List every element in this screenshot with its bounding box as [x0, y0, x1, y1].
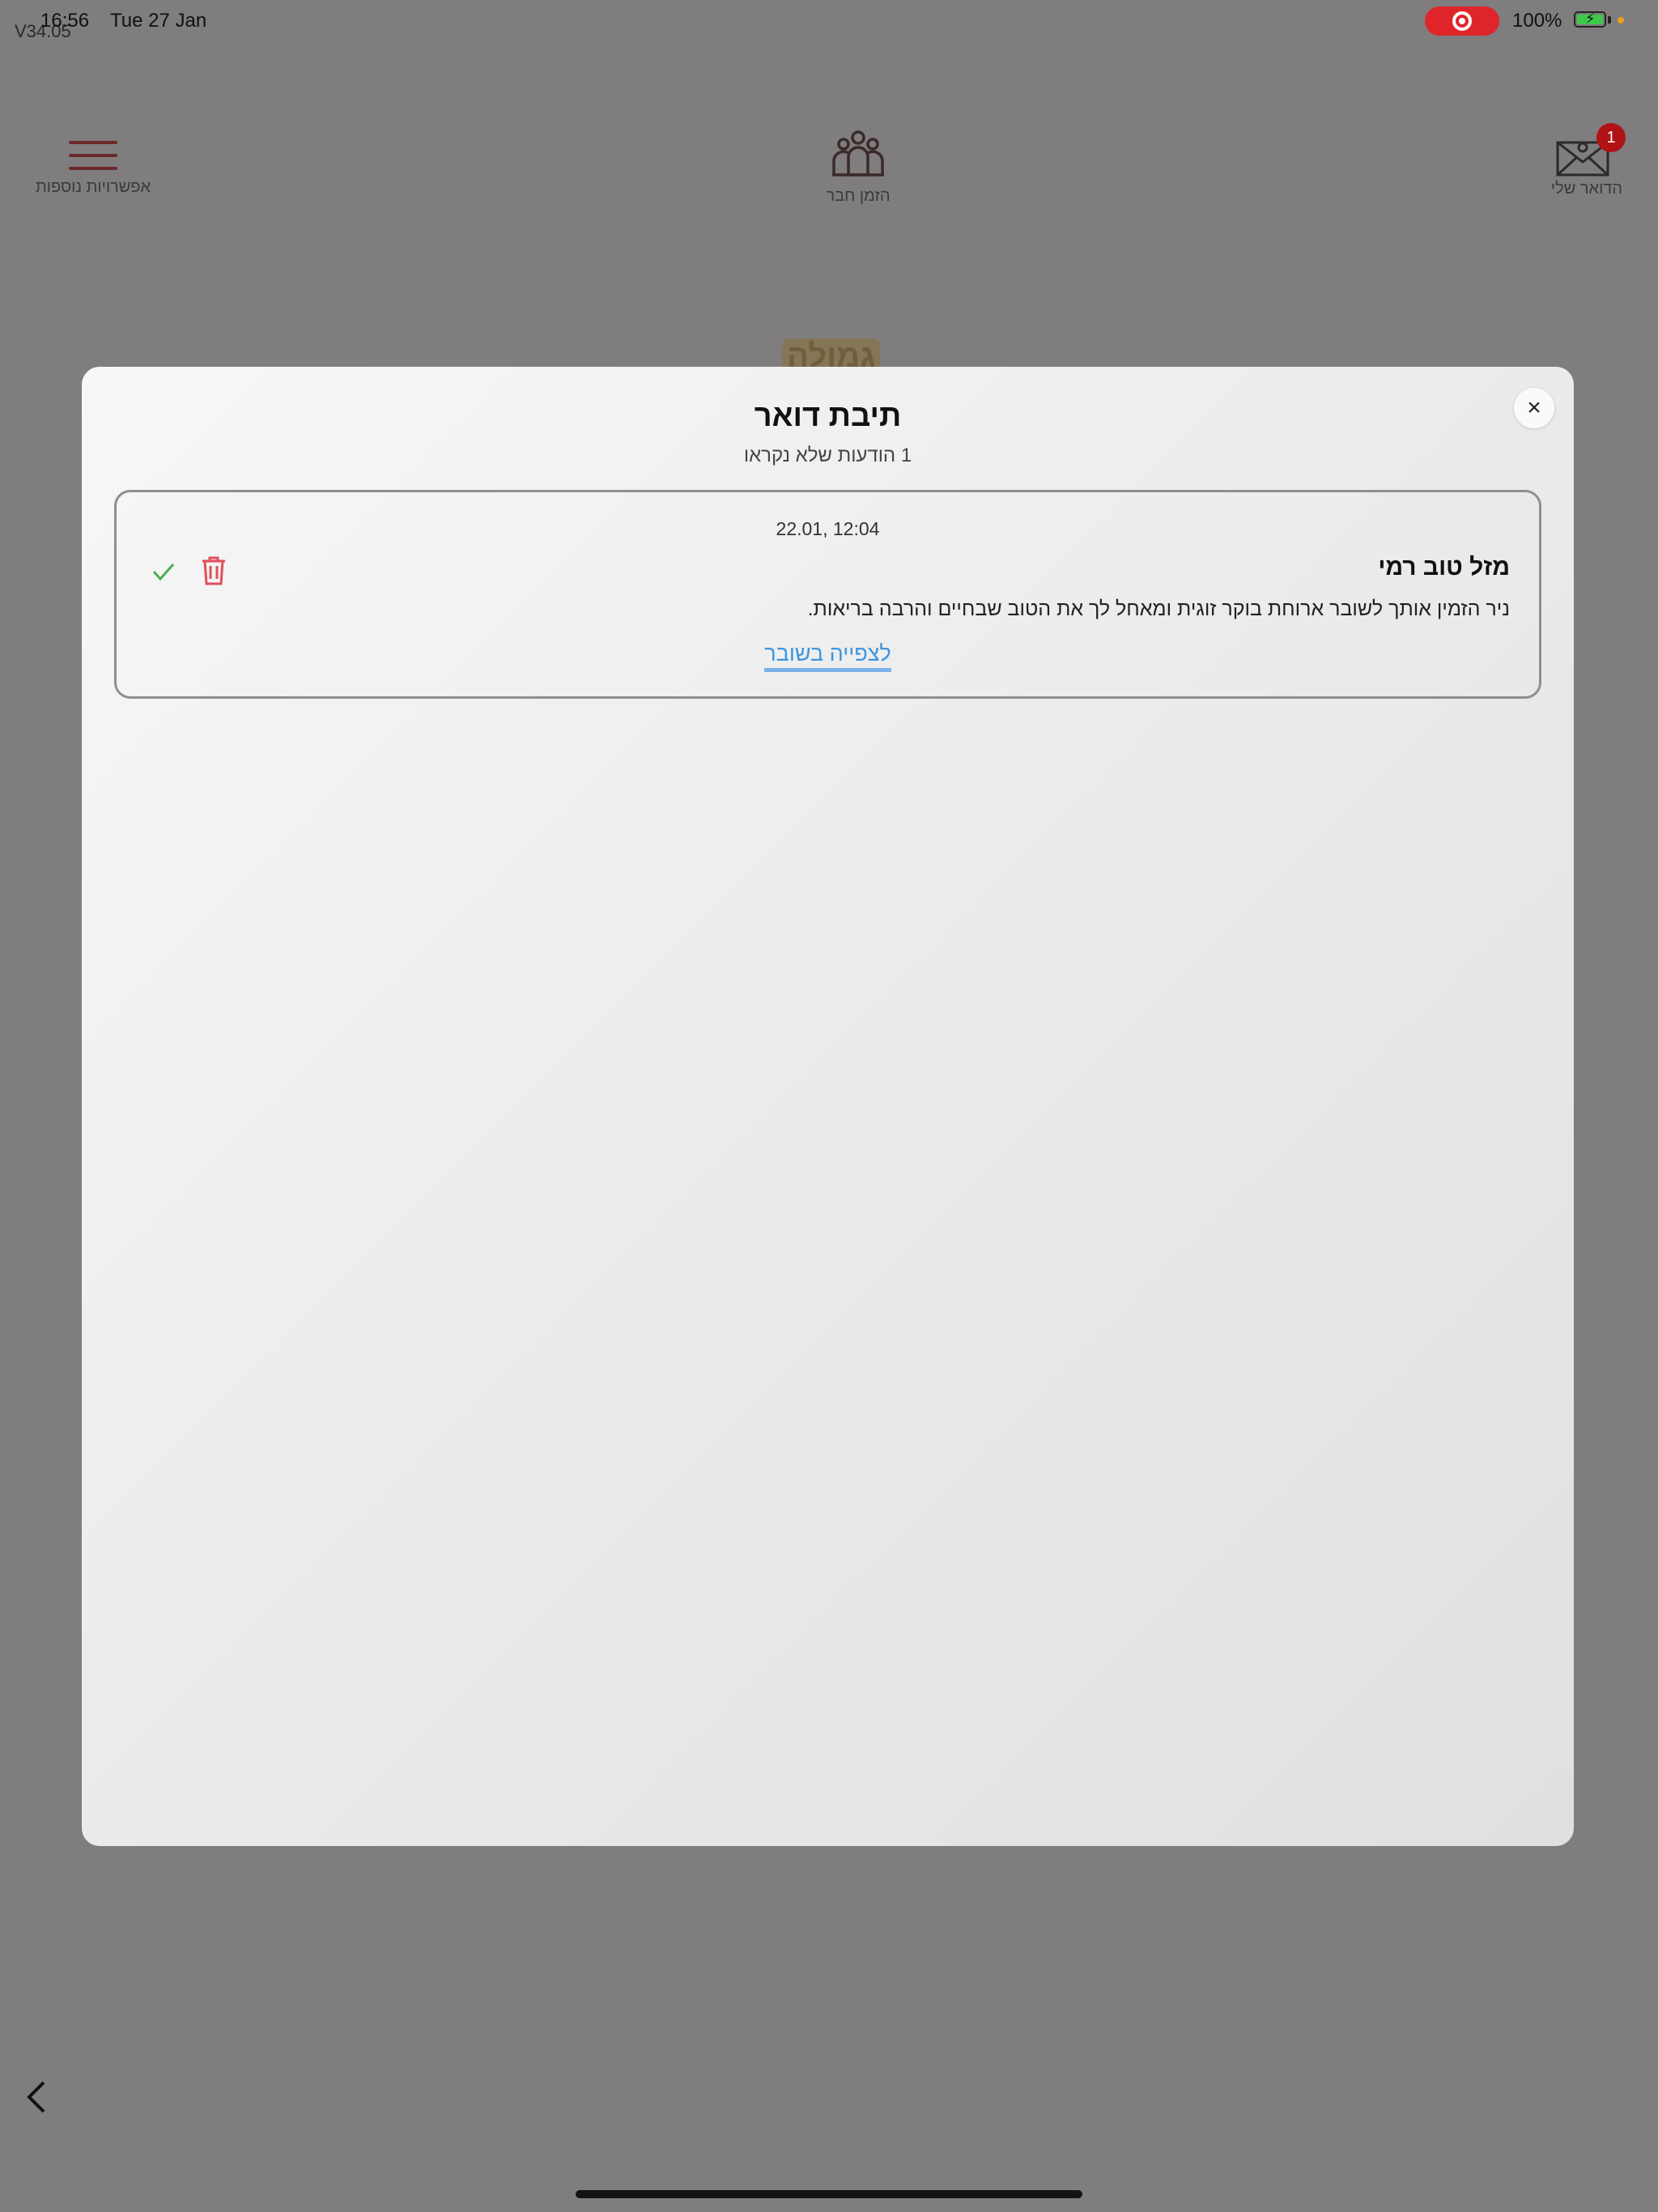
- my-mail-label: הדואר שלי: [1550, 180, 1623, 198]
- unread-badge: 1: [1596, 123, 1626, 152]
- back-chevron-icon[interactable]: [23, 2078, 52, 2116]
- people-icon: [832, 130, 884, 177]
- hamburger-icon: [69, 138, 117, 173]
- my-mail-button[interactable]: 1 הדואר שלי: [1538, 123, 1635, 198]
- battery-percentage: 100%: [1512, 10, 1562, 32]
- modal-title: תיבת דואר: [754, 399, 902, 433]
- status-date: Tue 27 Jan: [110, 10, 207, 32]
- message-date: 22.01, 12:04: [776, 518, 880, 539]
- status-time: 16:56: [40, 10, 90, 32]
- trash-icon[interactable]: [199, 554, 228, 586]
- message-card[interactable]: 22.01, 12:04 מזל טוב רמי ניר הזמין אותך …: [114, 490, 1541, 699]
- home-indicator[interactable]: [576, 2190, 1082, 2198]
- screen-record-indicator: [1425, 6, 1499, 36]
- more-options-label: אפשרויות נוספות: [35, 178, 151, 196]
- mailbox-modal: × תיבת דואר 1 הודעות שלא נקראו 22.01, 12…: [82, 367, 1574, 1846]
- message-sender: מזל טוב רמי: [1378, 554, 1510, 581]
- view-voucher-link[interactable]: לצפייה בשובר: [764, 641, 891, 672]
- more-options-button[interactable]: אפשרויות נוספות: [32, 138, 154, 197]
- message-body: ניר הזמין אותך לשובר ארוחת בוקר זוגית ומ…: [807, 598, 1510, 620]
- unread-count: 1 הודעות שלא נקראו: [743, 445, 912, 466]
- invite-friend-button[interactable]: הזמן חבר: [801, 130, 915, 206]
- battery-nub: [1608, 16, 1611, 23]
- battery-icon: ⚡: [1574, 11, 1606, 28]
- invite-friend-label: הזמן חבר: [826, 187, 891, 205]
- privacy-indicator-dot: [1618, 17, 1624, 23]
- check-icon[interactable]: [149, 557, 178, 586]
